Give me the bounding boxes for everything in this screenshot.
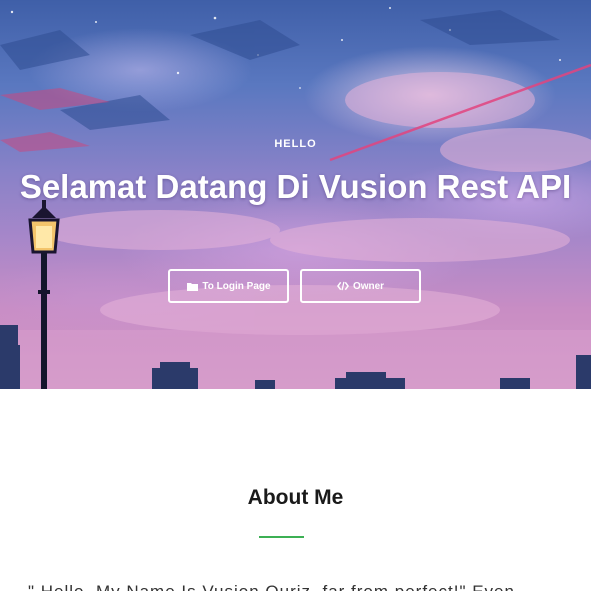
login-page-button-label: To Login Page — [202, 280, 271, 292]
about-title-underline — [259, 536, 304, 538]
login-page-button[interactable]: To Login Page — [168, 269, 289, 303]
hero-section: HELLO Selamat Datang Di Vusion Rest API … — [0, 0, 591, 389]
owner-button-label: Owner — [352, 280, 385, 292]
hero-title: Selamat Datang Di Vusion Rest API — [19, 168, 572, 205]
folder-icon — [186, 280, 198, 292]
code-icon — [336, 280, 349, 292]
about-text: " Hello, My Name Is Vusion Quriz, far fr… — [28, 582, 568, 591]
hero-greeting: HELLO — [274, 138, 317, 150]
owner-button[interactable]: Owner — [300, 269, 421, 303]
about-title: About Me — [247, 486, 344, 509]
